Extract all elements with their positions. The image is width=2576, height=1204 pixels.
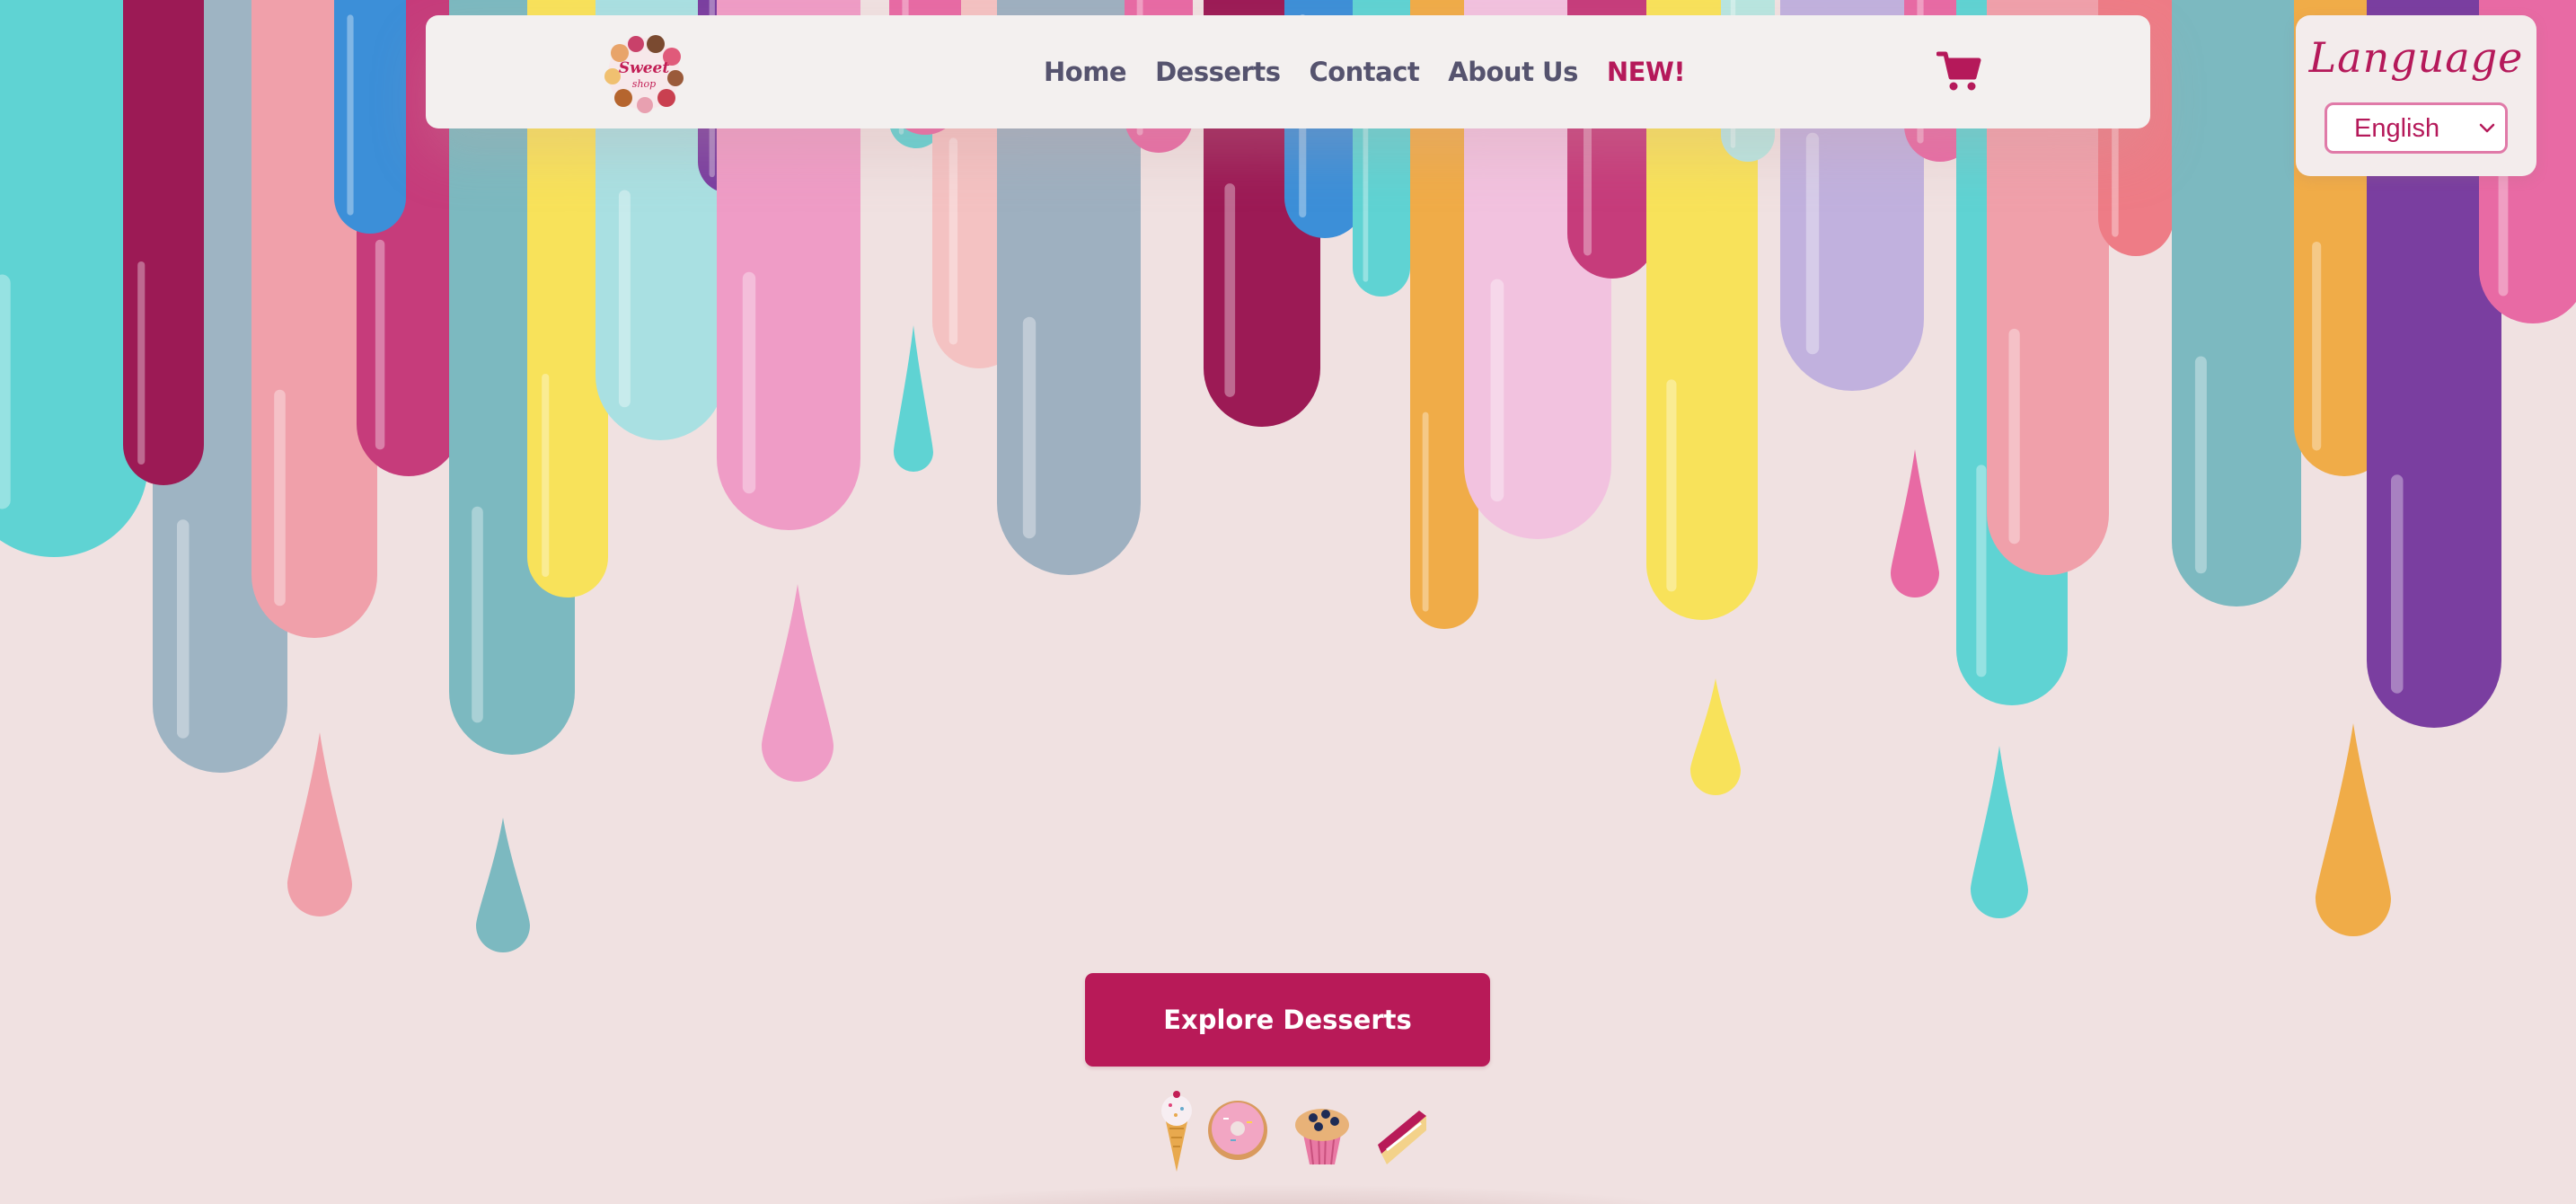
navbar: Sweet shop Home Desserts Contact About U… xyxy=(426,15,2150,128)
language-panel: Language English xyxy=(2296,15,2536,176)
paint-drop xyxy=(287,732,352,916)
explore-desserts-button[interactable]: Explore Desserts xyxy=(1085,973,1490,1067)
paint-drip xyxy=(334,0,406,234)
paint-drop xyxy=(476,818,530,952)
ice-cream-icon xyxy=(1161,1091,1192,1172)
paint-drop xyxy=(762,584,834,782)
paint-drip xyxy=(2172,0,2301,606)
page: Sweet shop Home Desserts Contact About U… xyxy=(0,0,2576,1204)
cupcake-icon xyxy=(1295,1109,1349,1165)
nav-link-new[interactable]: NEW! xyxy=(1607,57,1686,87)
svg-text:shop: shop xyxy=(632,78,656,90)
nav-link-home[interactable]: Home xyxy=(1044,57,1127,87)
language-selected-value: English xyxy=(2354,114,2440,143)
paint-drop xyxy=(1971,746,2028,918)
paint-drop xyxy=(1891,449,1939,598)
nav-link-about-us[interactable]: About Us xyxy=(1448,57,1578,87)
cake-slice-icon xyxy=(1378,1111,1426,1164)
language-select[interactable]: English xyxy=(2325,102,2508,154)
nav-link-contact[interactable]: Contact xyxy=(1309,57,1419,87)
chevron-down-icon xyxy=(2479,123,2495,133)
paint-drip xyxy=(123,0,204,485)
paint-drop xyxy=(2316,723,2391,936)
language-title: Language xyxy=(2308,33,2524,82)
floor-shadow xyxy=(826,1184,1742,1204)
nav-link-desserts[interactable]: Desserts xyxy=(1155,57,1281,87)
explore-desserts-label: Explore Desserts xyxy=(1163,1005,1412,1035)
cart-icon[interactable] xyxy=(1936,48,1981,93)
donut-icon xyxy=(1208,1101,1267,1160)
paint-drips-background xyxy=(0,0,2576,952)
paint-drop xyxy=(1690,678,1741,795)
nav-links: Home Desserts Contact About Us NEW! xyxy=(1044,15,1686,128)
paint-drop xyxy=(894,325,933,472)
sweet-shop-logo[interactable]: Sweet shop xyxy=(602,33,686,114)
svg-text:Sweet: Sweet xyxy=(619,59,670,77)
sweets-icon-row xyxy=(1161,1091,1426,1172)
